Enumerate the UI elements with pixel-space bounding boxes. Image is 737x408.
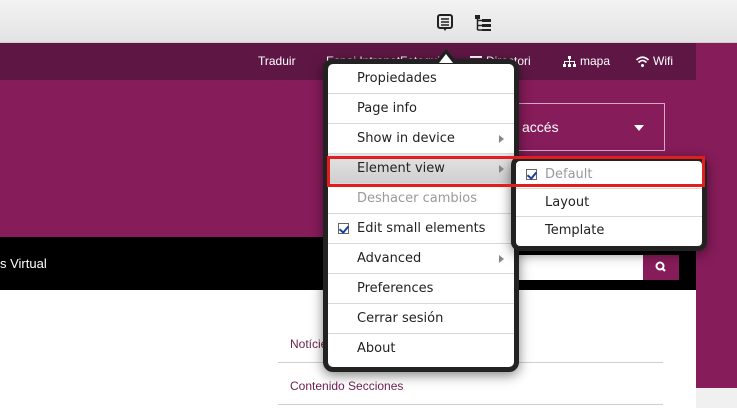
wifi-icon: [635, 56, 650, 67]
submenu-item-default[interactable]: Default: [516, 161, 702, 189]
menu-item-label: Element view: [357, 161, 445, 176]
checkbox-checked-icon: [526, 169, 537, 180]
menu-item-label: Deshacer cambios: [357, 191, 477, 206]
access-dropdown[interactable]: accés: [505, 103, 665, 151]
menu-item-cerrar-sesion[interactable]: Cerrar sesión: [328, 304, 514, 334]
menu-item-label: About: [357, 341, 396, 356]
menu-item-deshacer-cambios[interactable]: Deshacer cambios: [328, 184, 514, 214]
context-menu-icon[interactable]: [436, 14, 454, 32]
menu-item-label: Page info: [357, 101, 417, 116]
list-item-label: Contenido Secciones: [290, 379, 404, 393]
nav-item-campus-virtual[interactable]: s Virtual: [0, 256, 47, 271]
search-input[interactable]: [515, 255, 643, 280]
util-link-mapa[interactable]: mapa: [563, 54, 610, 68]
submenu-arrow-icon: [499, 255, 504, 263]
util-link-wifi-label: Wifi: [653, 54, 673, 68]
submenu-item-label: Layout: [545, 195, 590, 210]
menu-item-label: Preferences: [357, 281, 434, 296]
element-view-submenu: Default Layout Template: [511, 156, 707, 251]
util-link-wifi[interactable]: Wifi: [635, 54, 673, 68]
submenu-item-template[interactable]: Template: [516, 217, 702, 245]
menu-item-label: Advanced: [357, 251, 422, 266]
element-tree-icon[interactable]: [474, 14, 492, 32]
caret-down-icon: [634, 125, 644, 131]
menu-item-propiedades[interactable]: Propiedades: [328, 64, 514, 94]
submenu-item-label: Template: [545, 223, 605, 238]
submenu-item-layout[interactable]: Layout: [516, 189, 702, 217]
checkbox-checked-icon: [338, 223, 349, 234]
util-link-traduir[interactable]: Traduir: [258, 54, 296, 68]
util-link-mapa-label: mapa: [580, 54, 611, 68]
context-menu: Propiedades Page info Show in device Ele…: [323, 59, 519, 372]
menu-item-page-info[interactable]: Page info: [328, 94, 514, 124]
menu-item-label: Propiedades: [357, 71, 437, 86]
menu-item-label: Edit small elements: [357, 221, 486, 236]
menu-item-advanced[interactable]: Advanced: [328, 244, 514, 274]
menu-item-edit-small-elements[interactable]: Edit small elements: [328, 214, 514, 244]
submenu-item-label: Default: [545, 167, 593, 182]
access-dropdown-label: accés: [522, 119, 559, 135]
search-button[interactable]: [643, 255, 679, 280]
menu-pointer-inner: [439, 54, 453, 63]
menu-item-element-view[interactable]: Element view: [328, 154, 514, 184]
menu-item-label: Cerrar sesión: [357, 311, 444, 326]
submenu-arrow-icon: [499, 135, 504, 143]
menu-item-label: Show in device: [357, 131, 455, 146]
sitemap-icon: [563, 56, 576, 67]
menu-item-show-in-device[interactable]: Show in device: [328, 124, 514, 154]
menu-item-about[interactable]: About: [328, 334, 514, 364]
menu-item-preferences[interactable]: Preferences: [328, 274, 514, 304]
submenu-arrow-icon: [499, 165, 504, 173]
page-background: [696, 388, 737, 408]
top-toolbar: [0, 0, 737, 43]
search-icon: [655, 261, 666, 272]
